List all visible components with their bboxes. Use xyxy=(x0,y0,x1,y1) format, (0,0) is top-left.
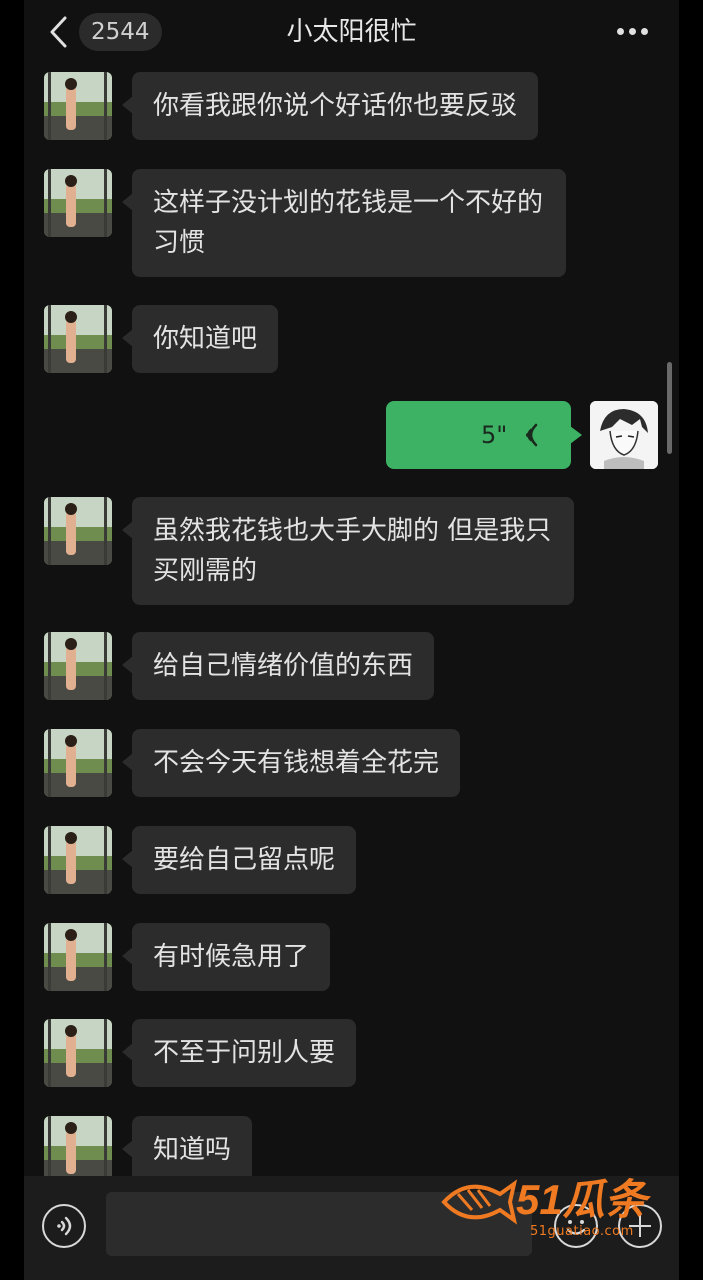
more-icon[interactable] xyxy=(617,28,649,36)
message-bubble[interactable]: 不至于问别人要 xyxy=(121,1019,357,1087)
message-list[interactable]: 你看我跟你说个好话你也要反驳 这样子没计划的花钱是一个不好的习惯 你知道吧 5" xyxy=(24,64,679,1176)
chat-header: 2544 小太阳很忙 xyxy=(24,0,679,64)
watermark-text: 51瓜条 xyxy=(516,1176,647,1223)
message-bubble[interactable]: 你知道吧 xyxy=(121,305,279,373)
watermark-url: 51guatiao.com xyxy=(530,1224,634,1239)
message-bubble[interactable]: 不会今天有钱想着全花完 xyxy=(121,729,461,797)
message-bubble[interactable]: 给自己情绪价值的东西 xyxy=(121,632,435,700)
message-bubble[interactable]: 要给自己留点呢 xyxy=(121,826,357,894)
contact-avatar[interactable] xyxy=(44,497,112,565)
watermark-logo: 51瓜条 51guatiao.com xyxy=(438,1172,678,1256)
chat-title: 小太阳很忙 xyxy=(286,17,417,47)
voice-wave-icon xyxy=(526,423,538,447)
message-bubble[interactable]: 你看我跟你说个好话你也要反驳 xyxy=(121,72,539,140)
contact-avatar[interactable] xyxy=(44,1019,112,1087)
contact-avatar[interactable] xyxy=(44,923,112,991)
contact-avatar[interactable] xyxy=(44,305,112,373)
watermark-fish-icon xyxy=(441,1179,518,1225)
voice-input-icon[interactable] xyxy=(42,1204,86,1248)
voice-message-bubble[interactable]: 5" xyxy=(386,401,582,469)
message-bubble[interactable]: 知道吗 xyxy=(121,1116,253,1176)
scrollbar[interactable] xyxy=(667,362,672,454)
contact-avatar[interactable] xyxy=(44,729,112,797)
contact-avatar[interactable] xyxy=(44,632,112,700)
voice-duration: 5" xyxy=(481,421,508,449)
self-avatar[interactable] xyxy=(590,401,658,469)
contact-avatar[interactable] xyxy=(44,826,112,894)
message-bubble[interactable]: 这样子没计划的花钱是一个不好的习惯 xyxy=(122,169,566,277)
contact-avatar[interactable] xyxy=(44,1116,112,1176)
message-bubble[interactable]: 有时候急用了 xyxy=(121,923,331,991)
contact-avatar[interactable] xyxy=(44,72,112,140)
chat-screen: 2544 小太阳很忙 你看我跟你说个好话你也要反驳 这样子没计划的花钱是一个不好… xyxy=(24,0,679,1280)
message-bubble[interactable]: 虽然我花钱也大手大脚的 但是我只买刚需的 xyxy=(122,497,574,605)
contact-avatar[interactable] xyxy=(44,169,112,237)
